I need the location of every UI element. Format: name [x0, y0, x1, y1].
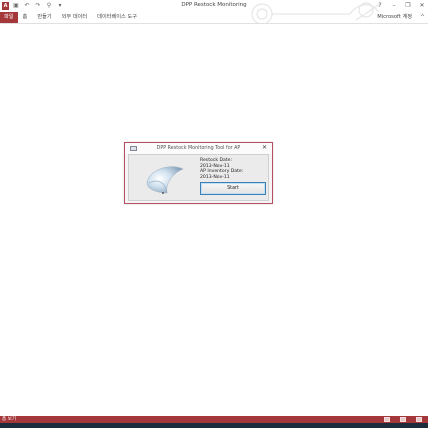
filter-icon[interactable]: ⚲ — [45, 2, 53, 10]
quick-access-toolbar: A ▣ ↶ ↷ ⚲ ▾ — [0, 0, 64, 12]
ribbon-tabs: 파일 홈 만들기 외부 데이터 데이터베이스 도구 — [0, 12, 428, 24]
inventory-date-label: AP Inventory Date: — [200, 169, 244, 175]
tab-external-data[interactable]: 외부 데이터 — [57, 12, 93, 23]
satellite-dish-icon — [146, 166, 184, 194]
dialog-title-bar: DPP Restock Monitoring Tool for AP ✕ — [125, 143, 272, 154]
taskbar — [0, 423, 428, 428]
view-buttons — [384, 417, 422, 422]
save-icon[interactable]: ▣ — [12, 2, 20, 10]
undo-icon[interactable]: ↶ — [23, 2, 31, 10]
dialog-body: Restock Date: 2013-Nov-11 AP Inventory D… — [128, 154, 269, 201]
tab-database-tools[interactable]: 데이터베이스 도구 — [92, 12, 142, 23]
dialog-title: DPP Restock Monitoring Tool for AP — [156, 146, 241, 151]
design-view-icon[interactable] — [416, 417, 422, 422]
title-bar: A ▣ ↶ ↷ ⚲ ▾ DPP Restock Monitoring ? – ❐… — [0, 0, 428, 24]
date-info: Restock Date: 2013-Nov-11 AP Inventory D… — [200, 158, 243, 180]
status-text: 폼 보기 — [2, 417, 17, 422]
close-icon[interactable]: ✕ — [418, 2, 426, 10]
window-title: DPP Restock Monitoring — [181, 2, 247, 8]
tab-home[interactable]: 홈 — [18, 12, 33, 23]
dialog-close-button[interactable]: ✕ — [262, 144, 267, 152]
redo-icon[interactable]: ↷ — [34, 2, 42, 10]
help-icon[interactable]: ? — [376, 2, 384, 10]
status-bar: 폼 보기 — [0, 416, 428, 423]
start-button[interactable]: Start — [200, 182, 266, 195]
customize-icon[interactable]: ▾ — [56, 2, 64, 10]
ribbon-collapse-icon[interactable]: ^ — [420, 13, 425, 22]
inventory-date-value: 2013-Nov-11 — [200, 174, 230, 180]
account-link[interactable]: Microsoft 계정 — [377, 13, 412, 22]
form-view-icon[interactable] — [384, 417, 390, 422]
minimize-icon[interactable]: – — [390, 2, 398, 10]
tab-file[interactable]: 파일 — [0, 12, 18, 23]
window-controls: ? – ❐ ✕ — [376, 0, 426, 12]
layout-view-icon[interactable] — [400, 417, 406, 422]
restock-dialog: DPP Restock Monitoring Tool for AP ✕ Res… — [124, 142, 273, 204]
restore-icon[interactable]: ❐ — [404, 2, 412, 10]
tab-create[interactable]: 만들기 — [32, 12, 56, 23]
access-logo-icon: A — [2, 2, 9, 10]
